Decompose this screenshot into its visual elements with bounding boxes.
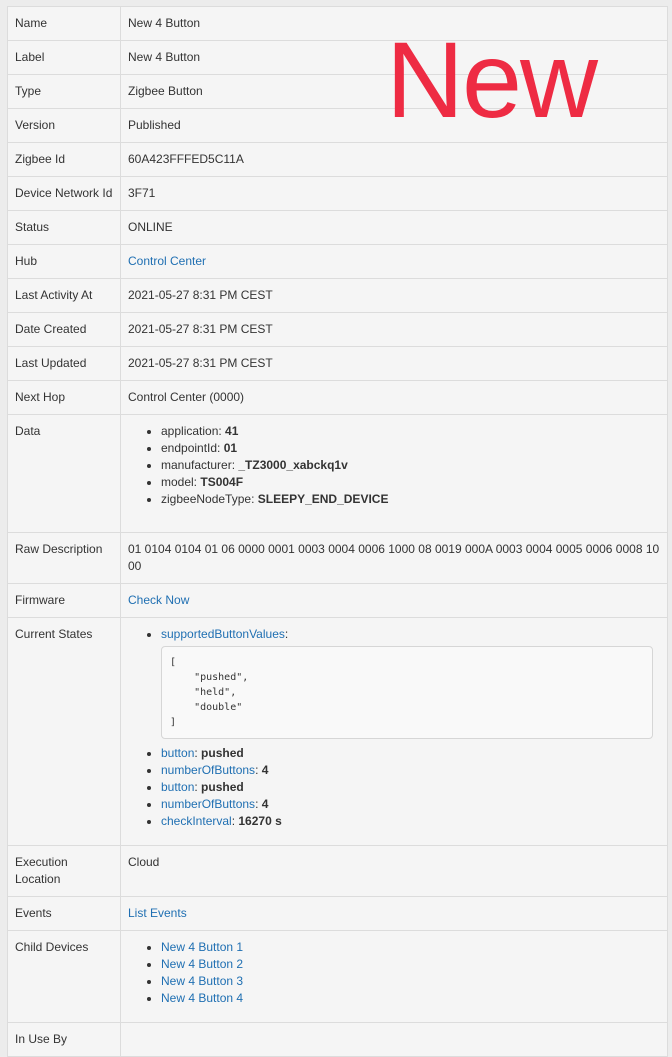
- row-label: Next Hop: [7, 380, 121, 415]
- row-data: Data application: 41 endpointId: 01 manu…: [7, 414, 668, 533]
- zigbee-id-value: 60A423FFFED5C11A: [120, 142, 668, 177]
- row-raw-description: Raw Description 01 0104 0104 01 06 0000 …: [7, 532, 668, 584]
- list-item: application: 41: [161, 423, 660, 440]
- row-label: Type: [7, 74, 121, 109]
- data-list: application: 41 endpointId: 01 manufactu…: [128, 423, 660, 508]
- execution-location-value: Cloud: [120, 845, 668, 897]
- state-separator: :: [284, 627, 289, 641]
- child-device-link[interactable]: New 4 Button 2: [161, 957, 243, 971]
- state-separator: :: [255, 763, 262, 777]
- row-label: Last Updated: [7, 346, 121, 381]
- row-events: Events List Events: [7, 896, 668, 931]
- data-key: endpointId:: [161, 441, 224, 455]
- data-value: 41: [225, 424, 239, 438]
- row-execution-location: Execution Location Cloud: [7, 845, 668, 897]
- list-item: checkInterval: 16270 s: [161, 813, 660, 830]
- list-item: numberOfButtons: 4: [161, 796, 660, 813]
- state-link[interactable]: button: [161, 746, 194, 760]
- row-in-use-by: In Use By: [7, 1022, 668, 1057]
- list-item: endpointId: 01: [161, 440, 660, 457]
- data-key: manufacturer:: [161, 458, 239, 472]
- list-item: New 4 Button 4: [161, 990, 660, 1007]
- row-label: Label: [7, 40, 121, 75]
- data-key: model:: [161, 475, 201, 489]
- row-status: Status ONLINE: [7, 210, 668, 245]
- child-device-link[interactable]: New 4 Button 4: [161, 991, 243, 1005]
- child-devices-list: New 4 Button 1 New 4 Button 2 New 4 Butt…: [128, 939, 660, 1007]
- last-updated-value: 2021-05-27 8:31 PM CEST: [120, 346, 668, 381]
- row-label: Raw Description: [7, 532, 121, 584]
- list-item: manufacturer: _TZ3000_xabckq1v: [161, 457, 660, 474]
- new-overlay-text: New: [386, 19, 598, 140]
- row-last-activity: Last Activity At 2021-05-27 8:31 PM CEST: [7, 278, 668, 313]
- check-now-link[interactable]: Check Now: [128, 593, 189, 607]
- list-item: New 4 Button 1: [161, 939, 660, 956]
- row-firmware: Firmware Check Now: [7, 583, 668, 618]
- row-next-hop: Next Hop Control Center (0000): [7, 380, 668, 415]
- state-separator: :: [255, 797, 262, 811]
- state-link[interactable]: supportedButtonValues: [161, 627, 285, 641]
- state-link[interactable]: button: [161, 780, 194, 794]
- row-label: Current States: [7, 617, 121, 846]
- list-item: model: TS004F: [161, 474, 660, 491]
- states-list: supportedButtonValues: [ "pushed", "held…: [128, 626, 660, 830]
- hub-link[interactable]: Control Center: [128, 254, 206, 268]
- row-label: Child Devices: [7, 930, 121, 1023]
- row-label: Firmware: [7, 583, 121, 618]
- list-item: button: pushed: [161, 745, 660, 762]
- row-label: Zigbee Id: [7, 142, 121, 177]
- row-label: Events: [7, 896, 121, 931]
- data-value: 01: [223, 441, 238, 455]
- data-value: SLEEPY_END_DEVICE: [257, 492, 389, 506]
- row-label: Version: [7, 108, 121, 143]
- list-item: zigbeeNodeType: SLEEPY_END_DEVICE: [161, 491, 660, 508]
- row-hub: Hub Control Center: [7, 244, 668, 279]
- raw-description-value: 01 0104 0104 01 06 0000 0001 0003 0004 0…: [120, 532, 668, 584]
- list-item: supportedButtonValues: [ "pushed", "held…: [161, 626, 660, 739]
- network-id-value: 3F71: [120, 176, 668, 211]
- row-label: Device Network Id: [7, 176, 121, 211]
- list-item: New 4 Button 2: [161, 956, 660, 973]
- state-link[interactable]: checkInterval: [161, 814, 232, 828]
- row-child-devices: Child Devices New 4 Button 1 New 4 Butto…: [7, 930, 668, 1023]
- date-created-value: 2021-05-27 8:31 PM CEST: [120, 312, 668, 347]
- row-last-updated: Last Updated 2021-05-27 8:31 PM CEST: [7, 346, 668, 381]
- child-device-link[interactable]: New 4 Button 3: [161, 974, 243, 988]
- row-label: Date Created: [7, 312, 121, 347]
- state-value: 16270 s: [238, 814, 282, 828]
- row-date-created: Date Created 2021-05-27 8:31 PM CEST: [7, 312, 668, 347]
- row-label: Last Activity At: [7, 278, 121, 313]
- list-events-link[interactable]: List Events: [128, 906, 187, 920]
- list-item: button: pushed: [161, 779, 660, 796]
- list-item: New 4 Button 3: [161, 973, 660, 990]
- row-label: In Use By: [7, 1022, 121, 1057]
- state-link[interactable]: numberOfButtons: [161, 763, 255, 777]
- row-label: Data: [7, 414, 121, 533]
- data-value: _TZ3000_xabckq1v: [238, 458, 348, 472]
- list-item: numberOfButtons: 4: [161, 762, 660, 779]
- state-value: pushed: [201, 780, 244, 794]
- device-details-table: Name New 4 Button Label New 4 Button Typ…: [7, 6, 668, 1057]
- state-link[interactable]: numberOfButtons: [161, 797, 255, 811]
- row-zigbee-id: Zigbee Id 60A423FFFED5C11A: [7, 142, 668, 177]
- in-use-by-value: [120, 1022, 668, 1057]
- state-value: pushed: [201, 746, 244, 760]
- state-value: 4: [261, 763, 269, 777]
- state-value: 4: [261, 797, 269, 811]
- data-value: TS004F: [200, 475, 244, 489]
- row-current-states: Current States supportedButtonValues: [ …: [7, 617, 668, 846]
- child-device-link[interactable]: New 4 Button 1: [161, 940, 243, 954]
- data-key: zigbeeNodeType:: [161, 492, 258, 506]
- row-label: Hub: [7, 244, 121, 279]
- status-value: ONLINE: [120, 210, 668, 245]
- row-label: Name: [7, 6, 121, 41]
- row-label: Execution Location: [7, 845, 121, 897]
- last-activity-value: 2021-05-27 8:31 PM CEST: [120, 278, 668, 313]
- next-hop-value: Control Center (0000): [120, 380, 668, 415]
- data-key: application:: [161, 424, 226, 438]
- row-network-id: Device Network Id 3F71: [7, 176, 668, 211]
- row-label: Status: [7, 210, 121, 245]
- supported-values-code: [ "pushed", "held", "double" ]: [161, 646, 653, 739]
